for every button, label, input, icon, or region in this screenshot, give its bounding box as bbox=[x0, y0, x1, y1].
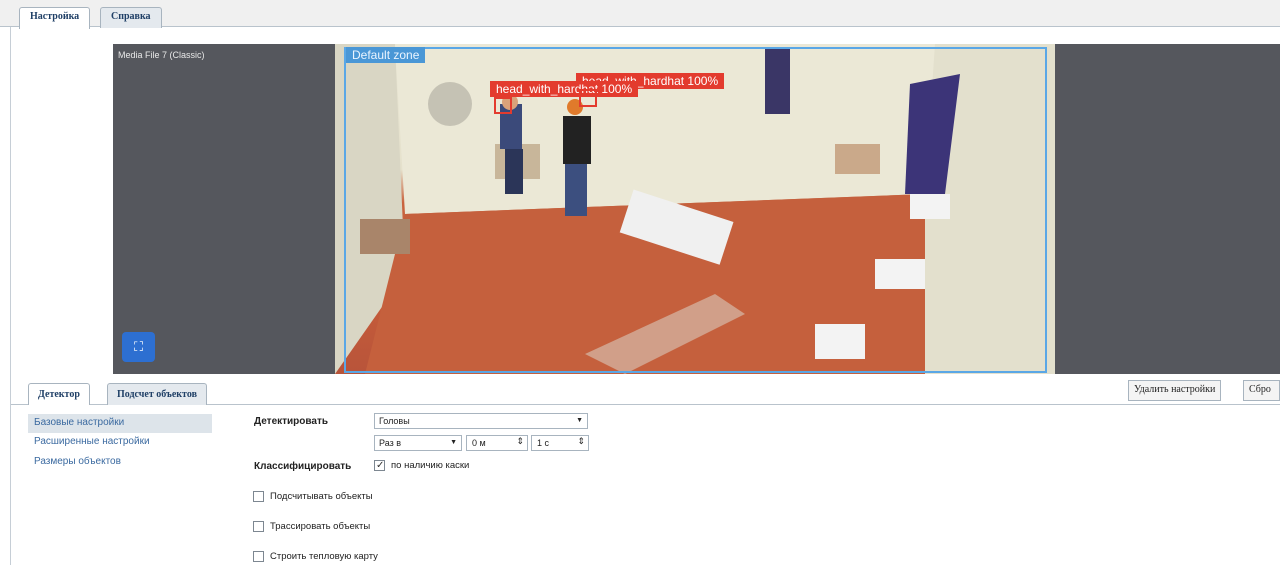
chevron-down-icon: ▼ bbox=[450, 439, 457, 446]
minutes-value: 0 м bbox=[472, 438, 486, 448]
top-tab-bar: Настройка Справка bbox=[0, 0, 1280, 29]
media-file-label: Media File 7 (Classic) bbox=[118, 50, 205, 60]
checkbox-icon[interactable] bbox=[253, 521, 264, 532]
tab-detector[interactable]: Детектор bbox=[28, 383, 90, 405]
video-viewport[interactable]: Media File 7 (Classic) Default zone head… bbox=[113, 44, 1280, 374]
checkbox-icon[interactable] bbox=[253, 491, 264, 502]
seconds-stepper[interactable]: 1 с ⇕ bbox=[531, 435, 589, 451]
fit-to-screen-button[interactable]: ⛶ bbox=[122, 332, 155, 362]
stepper-arrows-icon[interactable]: ⇕ bbox=[577, 436, 585, 447]
hardhat-checkbox[interactable]: по наличию каски bbox=[374, 460, 469, 471]
heatmap-checkbox[interactable]: Строить тепловую карту bbox=[253, 551, 378, 562]
menu-basic-settings[interactable]: Базовые настройки bbox=[28, 414, 212, 433]
detect-select-value: Головы bbox=[379, 416, 410, 426]
detection-label: head_with_hardhat 100% bbox=[490, 81, 639, 97]
frequency-select-value: Раз в bbox=[379, 438, 402, 448]
seconds-value: 1 с bbox=[537, 438, 550, 448]
minutes-stepper[interactable]: 0 м ⇕ bbox=[466, 435, 528, 451]
tab-object-counting[interactable]: Подсчет объектов bbox=[107, 383, 207, 405]
detection-zone-frame[interactable] bbox=[344, 47, 1047, 373]
detect-select[interactable]: Головы ▼ bbox=[374, 413, 588, 429]
menu-object-sizes[interactable]: Размеры объектов bbox=[28, 453, 212, 472]
stepper-arrows-icon[interactable]: ⇕ bbox=[516, 436, 524, 447]
chevron-down-icon: ▼ bbox=[576, 417, 583, 424]
track-objects-label: Трассировать объекты bbox=[270, 521, 371, 532]
hardhat-checkbox-label: по наличию каски bbox=[391, 460, 470, 471]
frequency-select[interactable]: Раз в ▼ bbox=[374, 435, 462, 451]
delete-settings-button[interactable]: Удалить настройки bbox=[1128, 380, 1222, 401]
detection-box bbox=[494, 97, 512, 114]
zone-label: Default zone bbox=[346, 47, 426, 63]
detect-label: Детектировать bbox=[254, 416, 329, 427]
tab-help[interactable]: Справка bbox=[100, 7, 162, 28]
count-objects-label: Подсчитывать объекты bbox=[270, 491, 373, 502]
checkbox-checked-icon[interactable] bbox=[374, 460, 385, 471]
reset-button[interactable]: Сбро bbox=[1243, 380, 1280, 401]
track-objects-checkbox[interactable]: Трассировать объекты bbox=[253, 521, 370, 532]
panel-border bbox=[10, 27, 11, 565]
menu-advanced-settings[interactable]: Расширенные настройки bbox=[28, 433, 212, 452]
classify-label: Классифицировать bbox=[254, 461, 352, 472]
fit-to-screen-icon: ⛶ bbox=[133, 339, 144, 354]
detection-box bbox=[579, 89, 597, 107]
heatmap-label: Строить тепловую карту bbox=[270, 551, 378, 562]
checkbox-icon[interactable] bbox=[253, 551, 264, 562]
detector-tab-bar: Детектор Подсчет объектов bbox=[11, 378, 1280, 405]
tab-settings[interactable]: Настройка bbox=[19, 7, 91, 29]
count-objects-checkbox[interactable]: Подсчитывать объекты bbox=[253, 491, 373, 502]
